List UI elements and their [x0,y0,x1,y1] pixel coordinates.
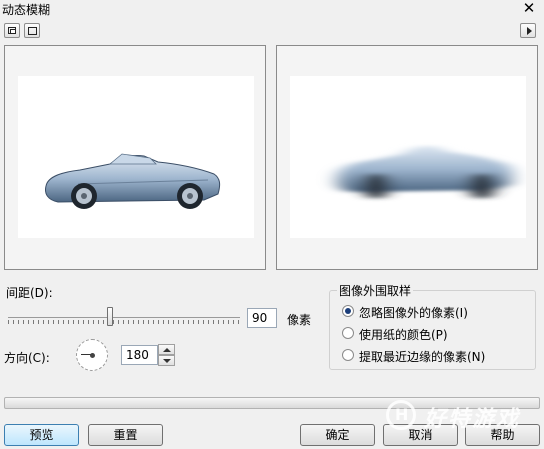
direction-spinner[interactable] [158,344,175,366]
slider-tick [173,320,174,324]
slider-tick [178,320,179,324]
slider-tick [208,320,209,324]
distance-slider-track[interactable] [8,317,240,318]
slider-tick [78,320,79,324]
single-preview-button[interactable] [24,23,40,38]
sampling-group-title: 图像外围取样 [337,282,414,299]
slider-tick [168,320,169,324]
radio-nearest-edge-label[interactable]: 提取最近边缘的像素(N) [359,348,485,365]
distance-input[interactable]: 90 [247,308,277,328]
radio-paper-color[interactable] [342,327,354,339]
slider-tick [73,320,74,324]
dual-window-icon-front [10,29,16,34]
direction-dial[interactable] [76,339,108,371]
slider-tick [193,320,194,324]
arrow-right-icon [527,27,532,35]
slider-tick [123,320,124,324]
spin-up-icon[interactable] [158,344,175,355]
slider-tick [238,320,239,324]
slider-tick [93,320,94,324]
radio-ignore-outside-label[interactable]: 忽略图像外的像素(I) [359,304,468,321]
slider-tick [233,320,234,324]
single-window-icon [28,27,37,35]
title-bar: 动态模糊 ✕ [0,0,544,18]
slider-tick [38,320,39,324]
slider-tick [48,320,49,324]
dual-preview-button[interactable] [4,23,20,38]
slider-tick [23,320,24,324]
slider-tick [183,320,184,324]
slider-tick [223,320,224,324]
original-image [18,76,254,238]
direction-label: 方向(C): [4,351,50,365]
slider-tick [128,320,129,324]
blurred-image [290,76,526,238]
slider-tick [188,320,189,324]
slider-tick [118,320,119,324]
radio-ignore-outside[interactable] [342,305,354,317]
ok-button[interactable]: 确定 [300,424,375,446]
distance-slider-ticks [8,320,240,325]
slider-tick [218,320,219,324]
help-button[interactable]: 帮助 [465,424,540,446]
slider-tick [18,320,19,324]
slider-tick [138,320,139,324]
slider-tick [13,320,14,324]
slider-tick [113,320,114,324]
slider-tick [203,320,204,324]
slider-tick [68,320,69,324]
distance-unit: 像素 [287,313,312,327]
expand-preview-button[interactable] [520,23,536,38]
slider-tick [53,320,54,324]
radio-nearest-edge[interactable] [342,349,354,361]
direction-dial-center [90,353,95,358]
slider-tick [143,320,144,324]
slider-tick [63,320,64,324]
slider-tick [153,320,154,324]
slider-tick [88,320,89,324]
slider-tick [43,320,44,324]
spin-down-icon[interactable] [158,355,175,366]
radio-paper-color-label[interactable]: 使用纸的颜色(P) [359,326,448,343]
distance-slider-thumb[interactable] [107,307,114,326]
slider-tick [158,320,159,324]
car-blurred-image [337,145,512,199]
slider-tick [228,320,229,324]
car-original-image [45,153,221,209]
slider-tick [8,320,9,324]
reset-button[interactable]: 重置 [88,424,163,446]
original-preview-pane[interactable] [4,45,266,270]
slider-tick [58,320,59,324]
window-title: 动态模糊 [2,3,51,17]
slider-tick [103,320,104,324]
close-icon[interactable]: ✕ [522,0,536,17]
result-preview-pane[interactable] [276,45,538,270]
slider-tick [33,320,34,324]
slider-tick [148,320,149,324]
slider-tick [133,320,134,324]
cancel-button[interactable]: 取消 [383,424,458,446]
slider-tick [163,320,164,324]
slider-tick [213,320,214,324]
slider-tick [98,320,99,324]
slider-tick [28,320,29,324]
slider-tick [83,320,84,324]
distance-label: 间距(D): [6,286,53,300]
direction-input[interactable]: 180 [121,345,158,365]
preview-button[interactable]: 预览 [4,424,79,446]
slider-tick [198,320,199,324]
progress-bar [4,397,540,409]
